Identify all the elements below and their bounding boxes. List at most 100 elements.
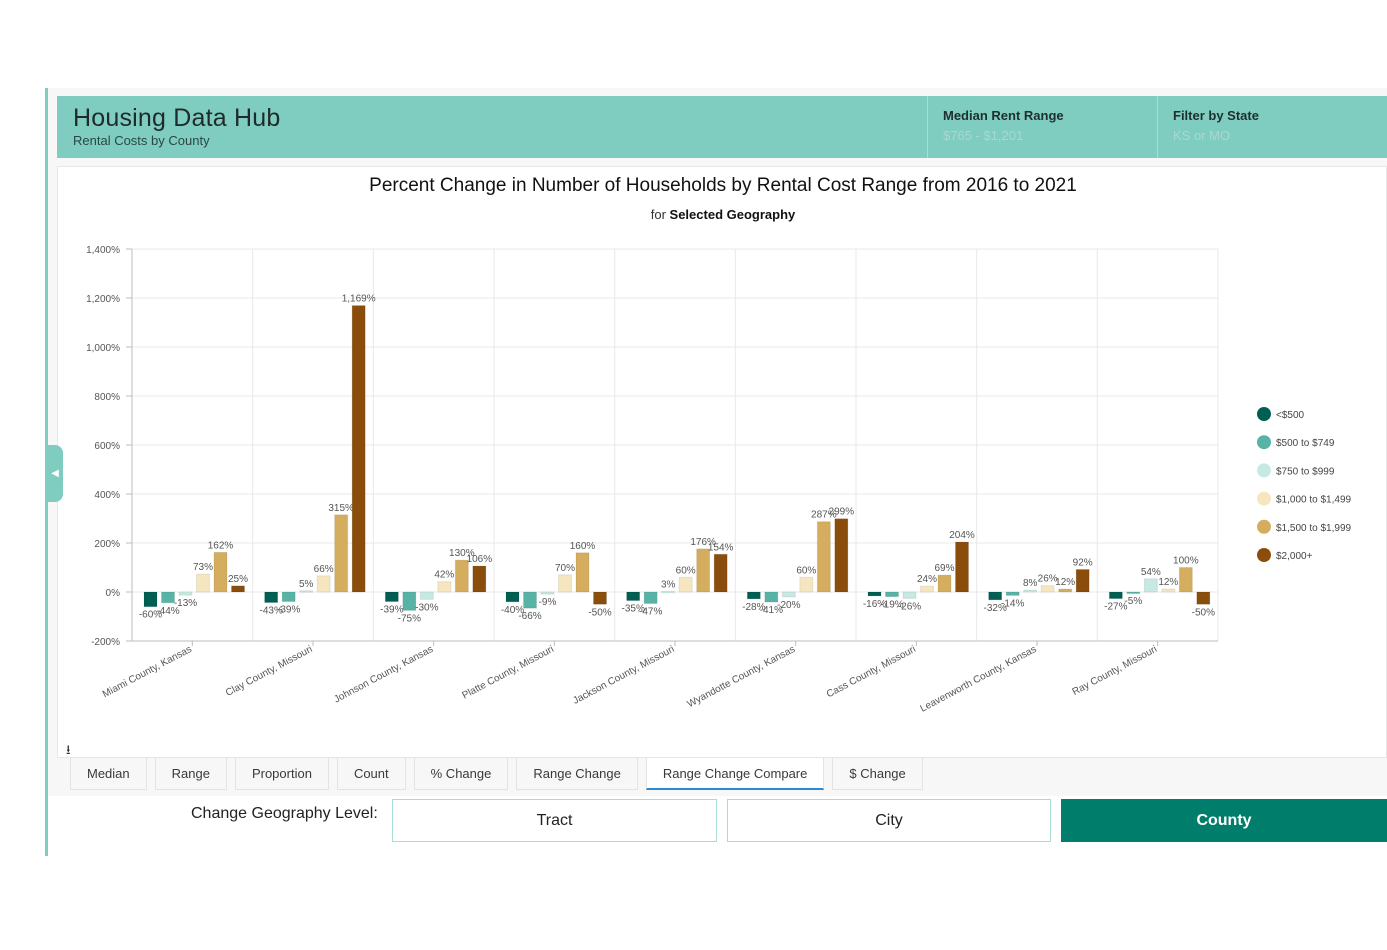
data-label: -5%: [1124, 596, 1142, 607]
bar: [885, 591, 899, 598]
data-label: 60%: [676, 565, 696, 576]
tab-percent-change[interactable]: % Change: [413, 758, 509, 790]
x-category-label: Platte County, Missouri: [460, 644, 555, 702]
bar: [1040, 585, 1055, 593]
bar: [1023, 589, 1038, 593]
data-label: 1,169%: [342, 294, 376, 305]
bar: [955, 541, 969, 593]
bar: [1108, 591, 1123, 600]
data-label: 69%: [934, 563, 954, 574]
x-category-label: Cass County, Missouri: [825, 644, 918, 700]
y-tick-label: 600%: [94, 441, 120, 452]
bar: [678, 576, 693, 593]
legend-label: <$500: [1276, 410, 1305, 421]
data-label: -13%: [174, 598, 197, 609]
median-rent-range-stat: Median Rent Range $765 - $1,201: [927, 96, 1157, 158]
data-label: 24%: [917, 574, 937, 585]
legend-swatch: [1257, 548, 1271, 562]
data-label: -50%: [1192, 607, 1215, 618]
data-label: 60%: [796, 565, 816, 576]
y-tick-label: 1,000%: [86, 343, 120, 354]
legend-label: $2,000+: [1276, 551, 1313, 562]
tab-dollar-change[interactable]: $ Change: [832, 758, 923, 790]
data-label: 66%: [314, 564, 334, 575]
data-label: 299%: [829, 507, 855, 518]
county-button[interactable]: County: [1061, 799, 1387, 842]
bar: [540, 591, 555, 595]
bar: [661, 590, 676, 594]
tract-button[interactable]: Tract: [392, 799, 717, 842]
bar: [816, 521, 831, 593]
tab-range[interactable]: Range: [154, 758, 227, 790]
x-category-label: Leavenworth County, Kansas: [919, 644, 1039, 715]
bar: [937, 574, 952, 593]
bar: [558, 574, 572, 593]
tab-median[interactable]: Median: [70, 758, 147, 790]
data-label: 12%: [1158, 577, 1178, 588]
geography-level-label: Change Geography Level:: [191, 805, 378, 822]
y-tick-label: 1,200%: [86, 294, 120, 305]
legend-swatch: [1257, 491, 1271, 506]
bar: [593, 591, 607, 605]
bar: [867, 591, 882, 597]
y-tick-label: 800%: [94, 392, 120, 403]
bar: [523, 591, 537, 609]
data-label: 25%: [228, 574, 248, 585]
data-label: 42%: [434, 570, 454, 581]
bar: [161, 591, 175, 604]
stat-value: KS or MO: [1173, 128, 1231, 143]
bar: [402, 591, 417, 611]
data-label: 5%: [299, 579, 314, 590]
collapse-panel-button[interactable]: ◀: [47, 445, 63, 502]
data-label: 73%: [193, 562, 213, 573]
data-label: 100%: [1173, 556, 1199, 567]
bar: [696, 548, 711, 593]
bar: [988, 591, 1003, 601]
data-label: 162%: [208, 540, 234, 551]
bar-chart: -200% 0% 200% 400% 600% 800% 1,000% 1,200% 1,400…: [86, 245, 1352, 715]
data-label: 92%: [1073, 557, 1093, 568]
legend-swatch: [1257, 407, 1271, 421]
data-label: -9%: [539, 597, 557, 608]
data-label: 315%: [328, 503, 354, 514]
bar: [626, 591, 641, 602]
legend-label: $1,000 to $1,499: [1276, 495, 1352, 506]
bar: [143, 591, 158, 608]
tab-range-change[interactable]: Range Change: [516, 758, 638, 790]
tab-count[interactable]: Count: [336, 758, 406, 790]
bar: [334, 514, 349, 593]
tab-proportion[interactable]: Proportion: [234, 758, 329, 790]
x-category-label: Wyandotte County, Kansas: [686, 644, 797, 710]
data-label: 3%: [661, 579, 676, 590]
data-label: 160%: [570, 541, 596, 552]
bar: [713, 553, 728, 593]
bar: [1161, 588, 1176, 593]
stat-label: Median Rent Range: [943, 108, 1064, 123]
geography-level-row: Change Geography Level: Tract City Count…: [48, 796, 1387, 856]
y-tick-label: 1,400%: [86, 245, 120, 256]
bar: [299, 590, 314, 593]
tab-range-change-compare[interactable]: Range Change Compare: [645, 758, 825, 790]
bar: [643, 591, 658, 605]
filter-by-state-stat[interactable]: Filter by State KS or MO: [1157, 96, 1387, 158]
legend-swatch: [1257, 519, 1271, 534]
legend-label: $500 to $749: [1276, 438, 1335, 449]
x-category-label: Clay County, Missouri: [224, 644, 314, 699]
bar: [281, 591, 296, 603]
chevron-left-icon: ◀: [51, 468, 59, 479]
bar: [1005, 591, 1020, 596]
bar: [351, 305, 366, 593]
header-bar: Housing Data Hub Rental Costs by County …: [57, 96, 1387, 158]
data-label: 204%: [949, 530, 975, 541]
city-button[interactable]: City: [727, 799, 1051, 842]
bar: [505, 591, 520, 603]
title-block: Housing Data Hub Rental Costs by County: [73, 104, 281, 148]
data-label: 8%: [1023, 578, 1038, 589]
stat-label: Filter by State: [1173, 108, 1259, 123]
chart-tabs: Median Range Proportion Count % Change R…: [70, 758, 931, 790]
x-category-label: Miami County, Kansas: [101, 644, 194, 700]
bar: [781, 591, 796, 598]
bar: [213, 551, 228, 593]
y-tick-label: 200%: [94, 539, 120, 550]
y-tick-label: 0%: [106, 588, 121, 599]
